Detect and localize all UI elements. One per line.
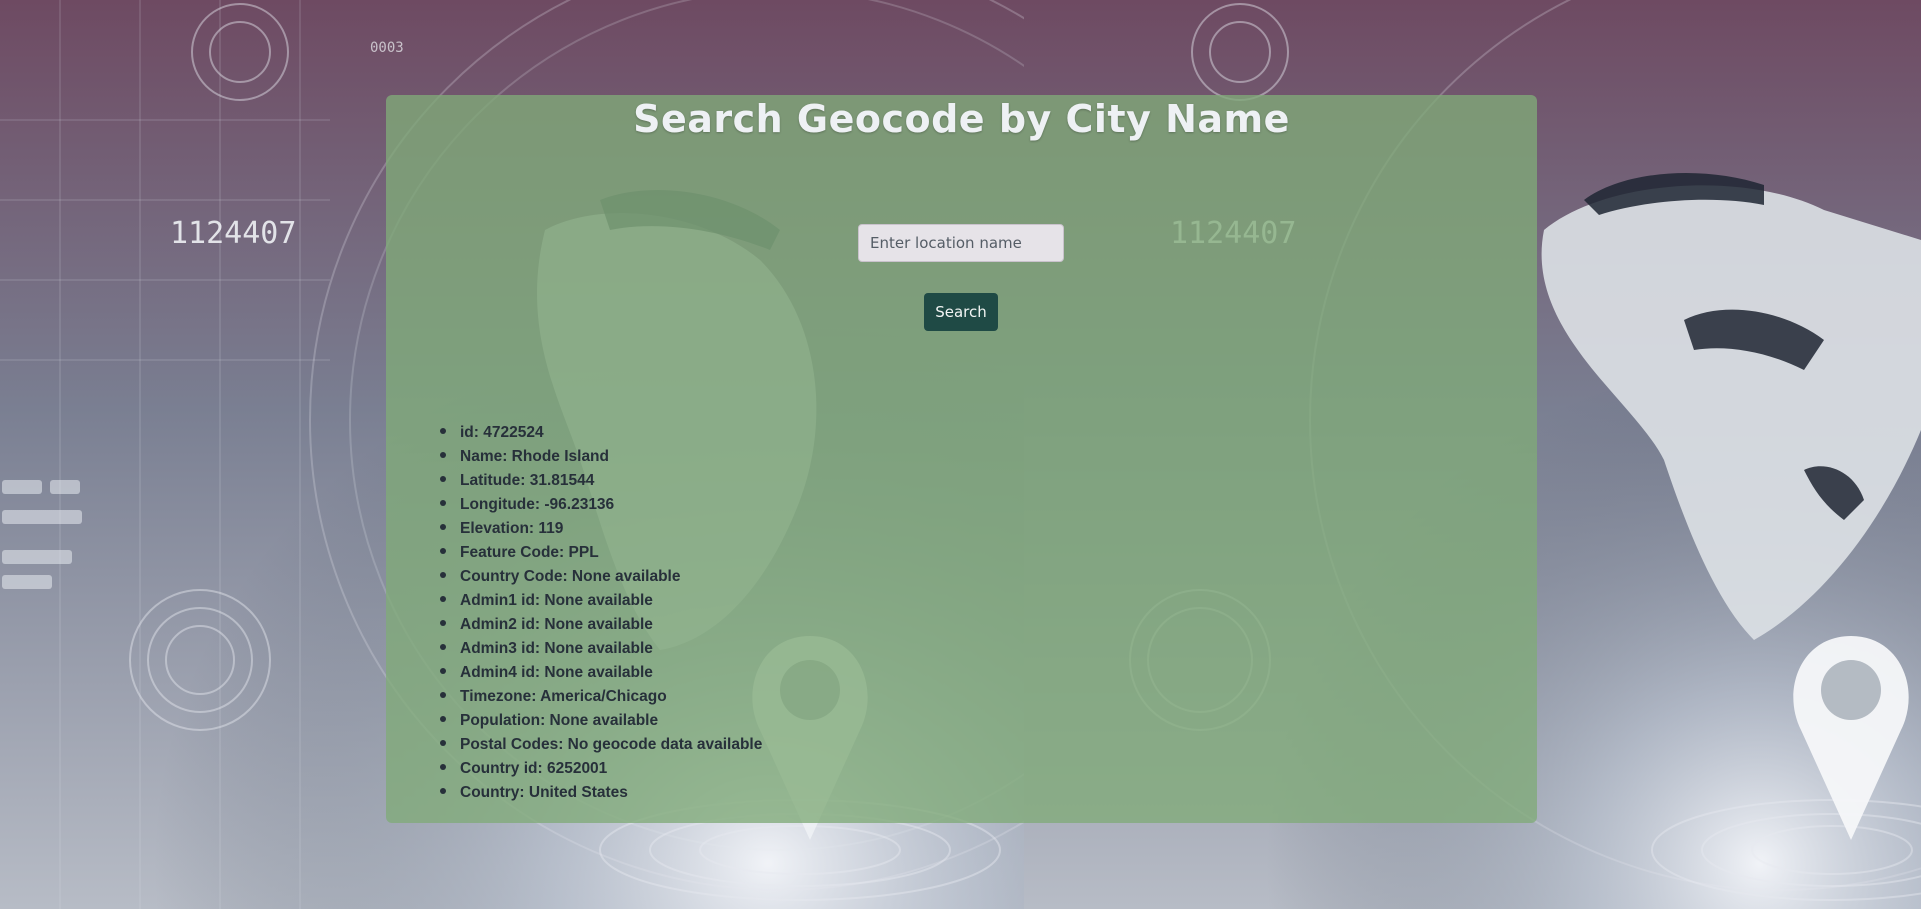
result-id: id: 4722524 xyxy=(440,421,762,445)
list-item-text: Elevation: 119 xyxy=(460,520,564,537)
bullet-icon xyxy=(440,547,446,554)
page-title: Search Geocode by City Name xyxy=(633,97,1290,141)
bullet-icon xyxy=(440,571,446,578)
list-item-text: Admin3 id: None available xyxy=(460,640,653,657)
result-admin3-id: Admin3 id: None available xyxy=(440,637,762,661)
bullet-icon xyxy=(440,691,446,698)
bullet-icon xyxy=(440,523,446,530)
result-postal-codes: Postal Codes: No geocode data available xyxy=(440,733,762,757)
result-admin2-id: Admin2 id: None available xyxy=(440,613,762,637)
bullet-icon xyxy=(440,763,446,770)
list-item-text: Admin1 id: None available xyxy=(460,592,653,609)
search-button[interactable]: Search xyxy=(924,293,998,331)
result-longitude: Longitude: -96.23136 xyxy=(440,493,762,517)
result-country-code: Country Code: None available xyxy=(440,565,762,589)
result-timezone: Timezone: America/Chicago xyxy=(440,685,762,709)
bullet-icon xyxy=(440,787,446,794)
svg-text:0003: 0003 xyxy=(370,40,404,56)
list-item-text: Latitude: 31.81544 xyxy=(460,472,595,489)
list-item-text: Admin2 id: None available xyxy=(460,616,653,633)
list-item-text: id: 4722524 xyxy=(460,424,544,441)
list-item-text: Timezone: America/Chicago xyxy=(460,688,667,705)
bullet-icon xyxy=(440,619,446,626)
result-population: Population: None available xyxy=(440,709,762,733)
list-item-text: Country id: 6252001 xyxy=(460,760,608,777)
bullet-icon xyxy=(440,451,446,458)
bullet-icon xyxy=(440,499,446,506)
bullet-icon xyxy=(440,739,446,746)
list-item-text: Admin4 id: None available xyxy=(460,664,653,681)
list-item-text: Country: United States xyxy=(460,784,628,801)
main-panel: Search Geocode by City Name Search id: 4… xyxy=(386,95,1537,823)
list-item-text: Country Code: None available xyxy=(460,568,681,585)
bullet-icon xyxy=(440,475,446,482)
bullet-icon xyxy=(440,643,446,650)
list-item-text: Population: None available xyxy=(460,712,659,729)
list-item-text: Postal Codes: No geocode data available xyxy=(460,736,763,753)
bullet-icon xyxy=(440,427,446,434)
result-elevation: Elevation: 119 xyxy=(440,517,762,541)
geocode-result-list: id: 4722524 Name: Rhode Island Latitude: 3… xyxy=(440,421,762,805)
list-item-text: Name: Rhode Island xyxy=(460,448,609,465)
bullet-icon xyxy=(440,667,446,674)
result-admin4-id: Admin4 id: None available xyxy=(440,661,762,685)
result-admin1-id: Admin1 id: None available xyxy=(440,589,762,613)
result-name: Name: Rhode Island xyxy=(440,445,762,469)
result-feature-code: Feature Code: PPL xyxy=(440,541,762,565)
list-item-text: Feature Code: PPL xyxy=(460,544,599,561)
result-country: Country: United States xyxy=(440,781,762,805)
location-search-input[interactable] xyxy=(858,224,1064,262)
bullet-icon xyxy=(440,715,446,722)
bullet-icon xyxy=(440,595,446,602)
background-number-label: 1124407 xyxy=(170,216,296,251)
list-item-text: Longitude: -96.23136 xyxy=(460,496,615,513)
result-latitude: Latitude: 31.81544 xyxy=(440,469,762,493)
result-country-id: Country id: 6252001 xyxy=(440,757,762,781)
